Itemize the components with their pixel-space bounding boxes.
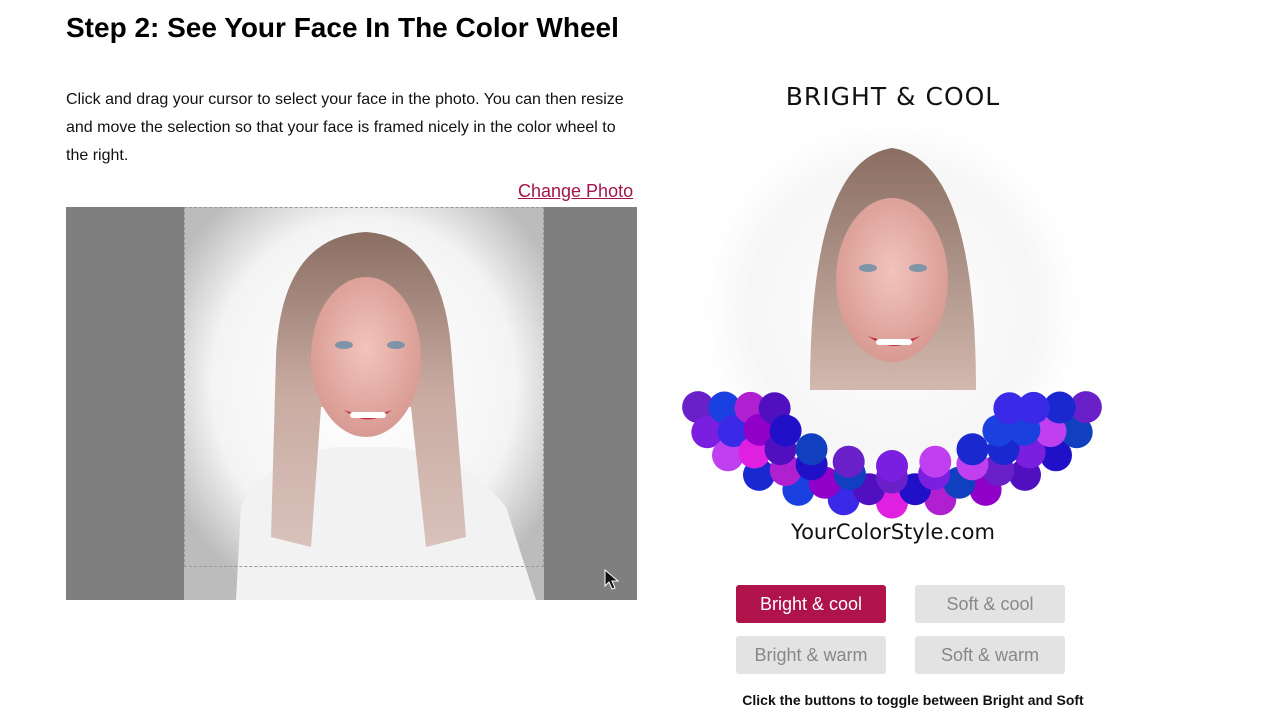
soft-cool-button[interactable]: Soft & cool bbox=[915, 585, 1065, 623]
site-name: YourColorStyle.com bbox=[791, 520, 995, 544]
color-swatch bbox=[832, 445, 865, 478]
photo-editor[interactable] bbox=[66, 207, 637, 600]
bright-cool-button[interactable]: Bright & cool bbox=[736, 585, 886, 623]
mouse-cursor-icon bbox=[604, 569, 620, 590]
color-swatch bbox=[876, 450, 908, 482]
wheel-title: BRIGHT & COOL bbox=[785, 82, 1001, 111]
change-photo-link[interactable]: Change Photo bbox=[518, 181, 633, 202]
color-swatch bbox=[919, 445, 952, 478]
instructions-text: Click and drag your cursor to select you… bbox=[66, 91, 624, 164]
toggle-hint: Click the buttons to toggle between Brig… bbox=[742, 692, 1084, 708]
color-swatch bbox=[956, 433, 989, 466]
color-wheel bbox=[680, 110, 1110, 530]
color-swatch bbox=[769, 414, 802, 447]
soft-warm-button[interactable]: Soft & warm bbox=[915, 636, 1065, 674]
color-swatch bbox=[795, 433, 828, 466]
color-swatch bbox=[993, 392, 1026, 425]
bright-warm-button[interactable]: Bright & warm bbox=[736, 636, 886, 674]
face-selection-box[interactable] bbox=[184, 207, 544, 567]
step-title: Step 2: See Your Face In The Color Wheel bbox=[66, 12, 619, 43]
color-wheel-graphic bbox=[682, 120, 1102, 519]
